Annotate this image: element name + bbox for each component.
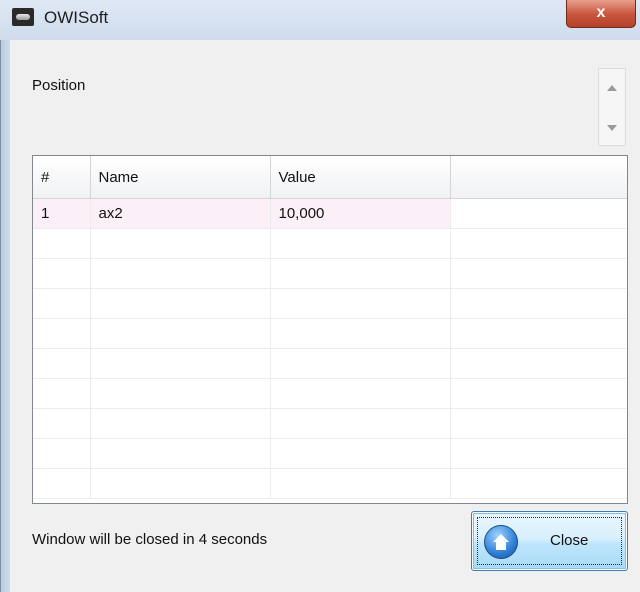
column-header-value[interactable]: Value bbox=[270, 156, 451, 199]
table-row-empty[interactable] bbox=[33, 378, 627, 409]
cell-index[interactable]: 1 bbox=[33, 198, 91, 229]
home-icon bbox=[484, 525, 518, 559]
column-header-name[interactable]: Name bbox=[90, 156, 271, 199]
table-row-empty[interactable] bbox=[33, 468, 627, 499]
position-label: Position bbox=[32, 77, 86, 94]
app-icon[interactable] bbox=[12, 8, 34, 26]
window-frame-left bbox=[0, 40, 10, 592]
scroll-up-arrow-icon[interactable] bbox=[607, 85, 617, 91]
window-title: OWISoft bbox=[44, 8, 109, 27]
title-bar[interactable]: OWISoft x bbox=[0, 0, 640, 40]
window-close-button[interactable]: x bbox=[566, 0, 636, 28]
cell-empty[interactable] bbox=[450, 198, 627, 229]
column-header-empty bbox=[450, 156, 627, 199]
cell-name[interactable]: ax2 bbox=[90, 198, 271, 229]
table-row-empty[interactable] bbox=[33, 258, 627, 289]
scroll-down-arrow-icon[interactable] bbox=[607, 125, 617, 131]
table-row-empty[interactable] bbox=[33, 438, 627, 469]
grid-header-row: # Name Value bbox=[33, 156, 627, 199]
auto-close-status: Window will be closed in 4 seconds bbox=[32, 531, 268, 548]
position-grid[interactable]: # Name Value 1 ax2 10,000 bbox=[32, 155, 628, 504]
cell-value[interactable]: 10,000 bbox=[270, 198, 451, 229]
table-row-empty[interactable] bbox=[33, 348, 627, 379]
table-row-empty[interactable] bbox=[33, 228, 627, 259]
table-row-empty[interactable] bbox=[33, 288, 627, 319]
close-button[interactable]: Close bbox=[471, 511, 628, 571]
column-header-index[interactable]: # bbox=[33, 156, 91, 199]
close-button-label: Close bbox=[550, 532, 589, 549]
position-scrollbar[interactable] bbox=[598, 68, 626, 146]
table-row-empty[interactable] bbox=[33, 408, 627, 439]
table-row-empty[interactable] bbox=[33, 318, 627, 349]
table-row[interactable]: 1 ax2 10,000 bbox=[33, 198, 627, 229]
